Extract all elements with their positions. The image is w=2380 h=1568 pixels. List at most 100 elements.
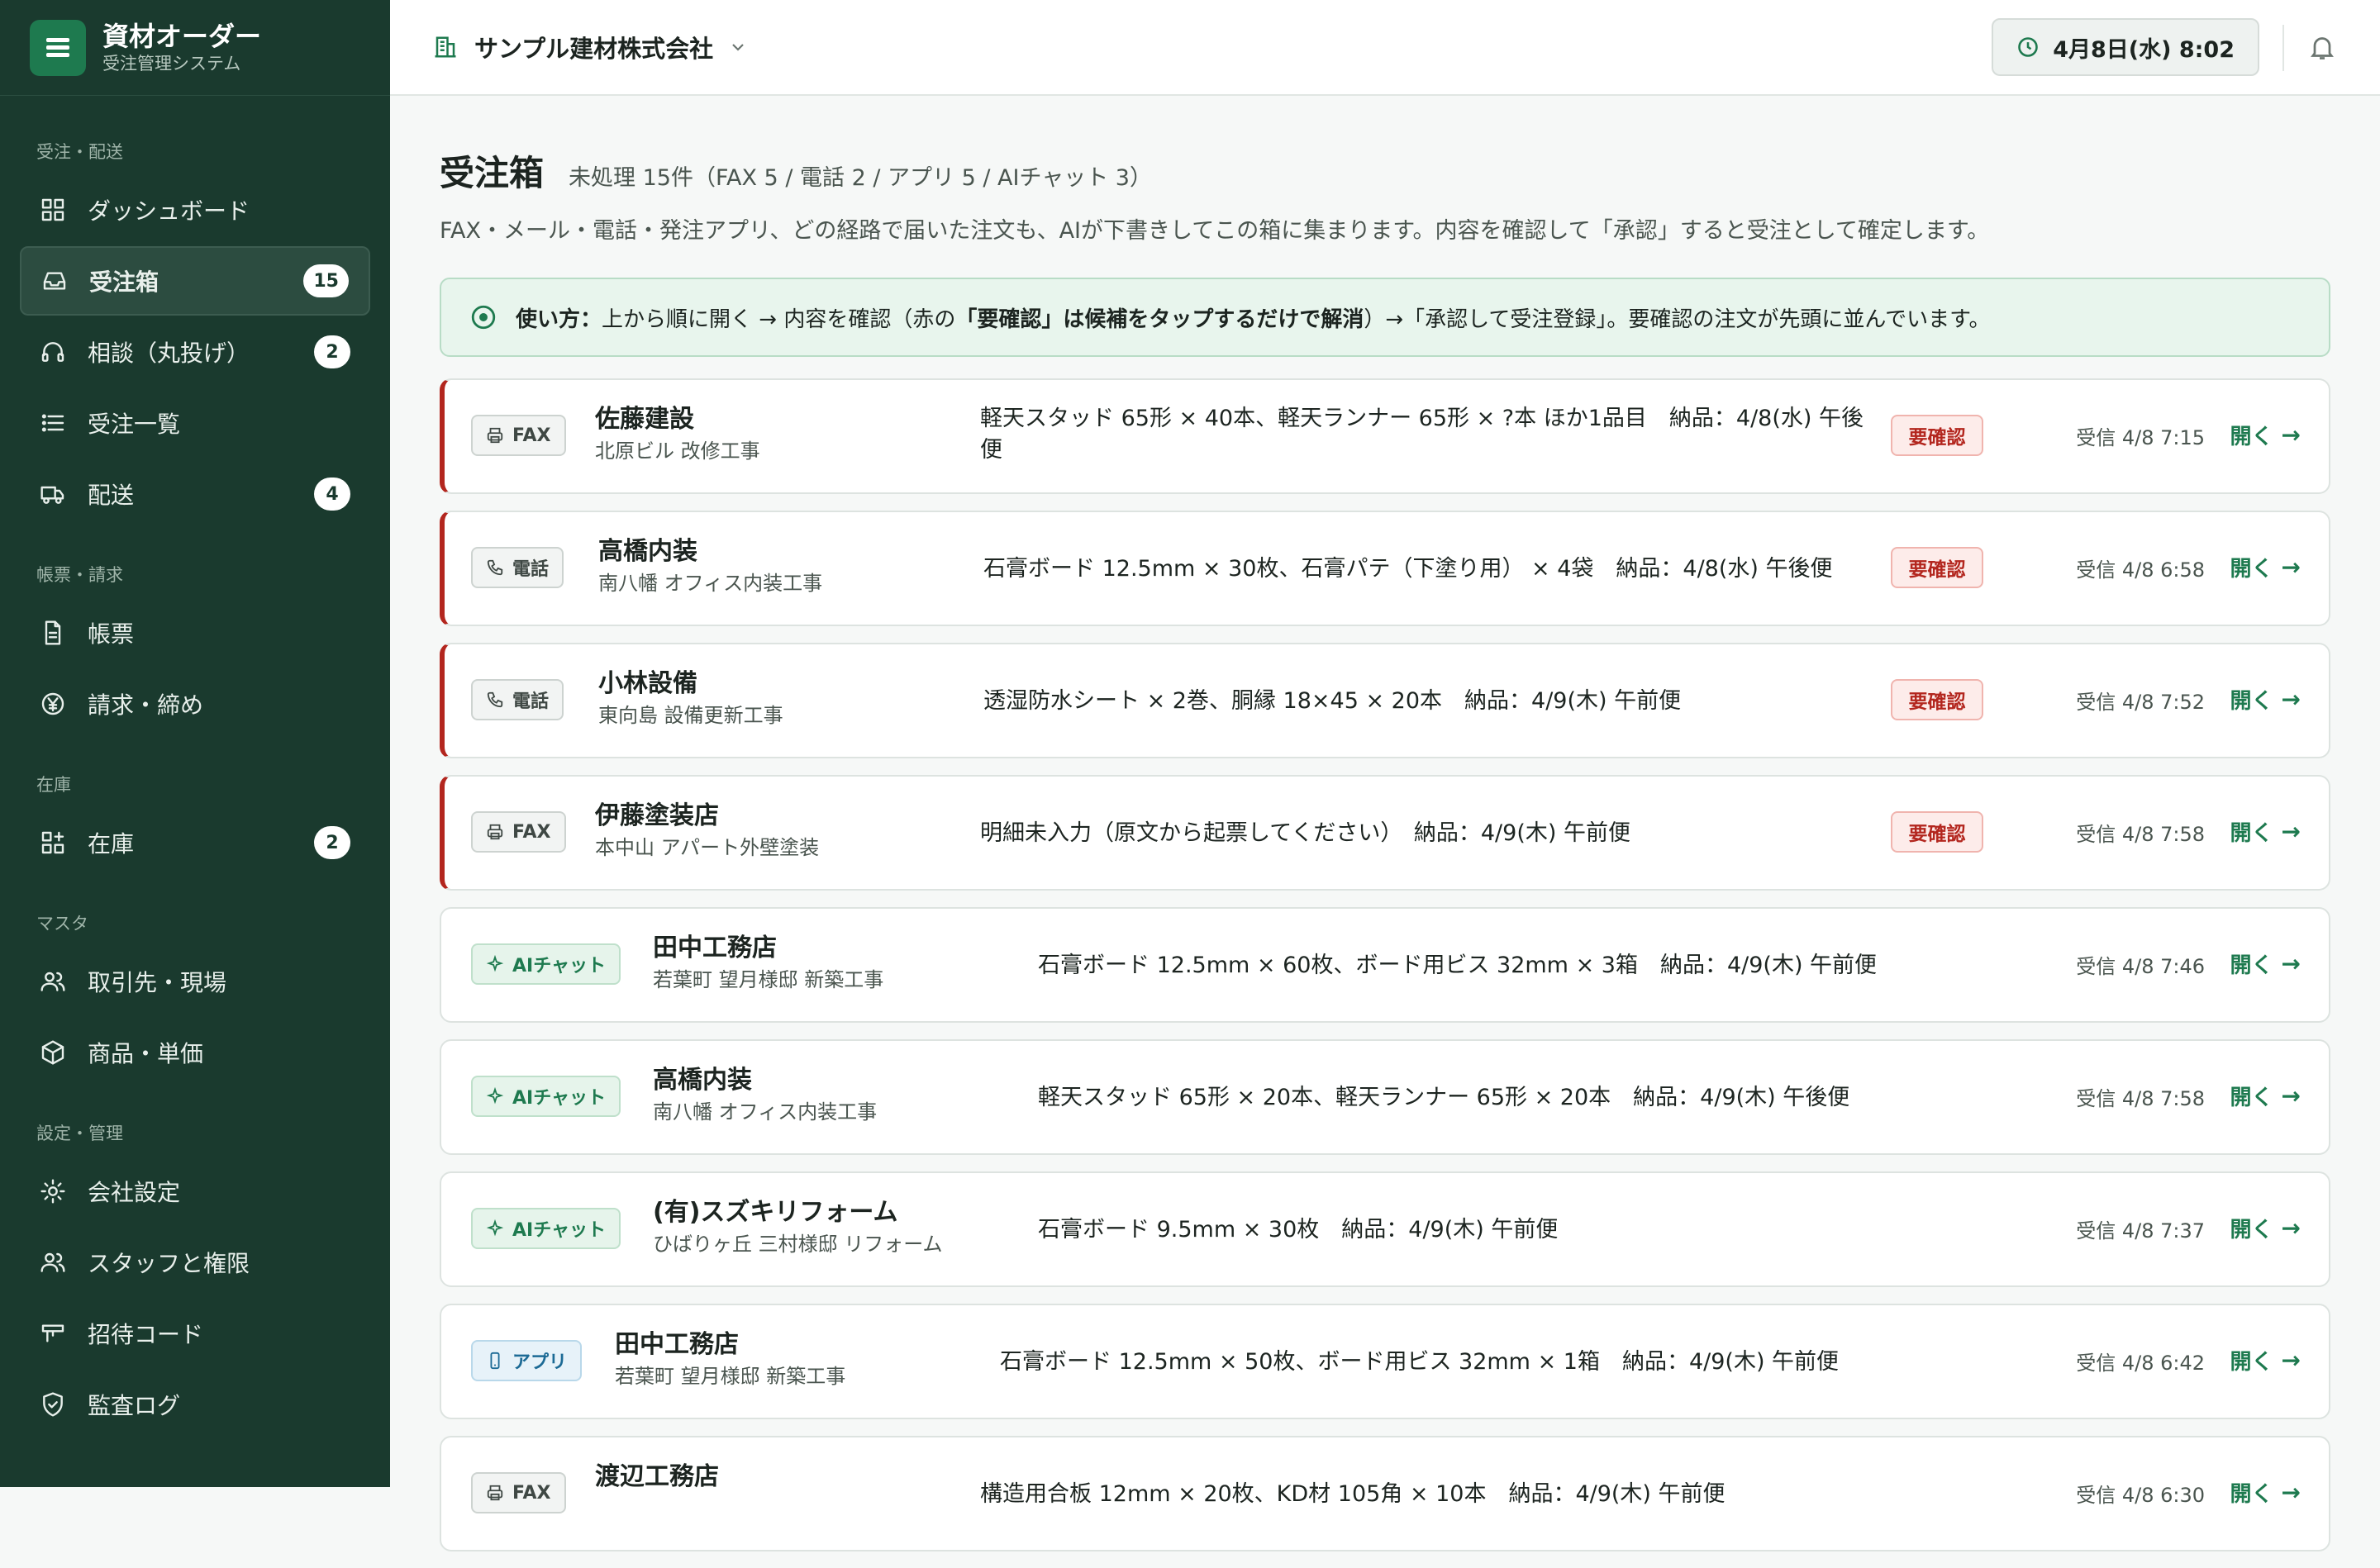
received-time: 受信 4/8 7:46 (2076, 955, 2205, 978)
channel-label: FAX (512, 425, 551, 446)
order-detail: 軽天スタッド 65形 × 40本、軽天ランナー 65形 × ?本 ほか1品目 納… (980, 406, 1864, 463)
channel-label: AIチャット (512, 1088, 606, 1109)
order-row[interactable]: AIチャット 田中工務店 若葉町 望月様邸 新築工事 石膏ボード 12.5mm × 6… (440, 907, 2330, 1023)
site-name: 若葉町 望月様邸 新築工事 (615, 1365, 846, 1388)
sidebar-item[interactable]: 帳票 (20, 598, 370, 668)
arrow-right-icon: → (2281, 421, 2301, 449)
ticket-icon (40, 1320, 66, 1347)
received-time: 受信 4/8 6:58 (2076, 558, 2205, 582)
sidebar-section-label: 在庫 (36, 775, 71, 795)
customer-block: 田中工務店 若葉町 望月様邸 新築工事 (653, 932, 883, 995)
customer-name: 小林設備 (598, 669, 697, 698)
order-row[interactable]: FAX 渡辺工務店 構造用合板 12mm × 20枚、KD材 105角 × 10本 … (440, 1436, 2330, 1551)
list-icon (40, 410, 66, 436)
smartphone-icon (486, 1352, 512, 1370)
count-badge: 2 (314, 826, 350, 859)
sidebar-item[interactable]: スタッフと権限 (20, 1228, 370, 1297)
sidebar-item[interactable]: 相談（丸投げ） 2 (20, 317, 370, 387)
bell-icon[interactable] (2307, 31, 2337, 63)
order-row[interactable]: 電話 高橋内装 南八幡 オフィス内装工事 石膏ボード 12.5mm × 30枚、石膏パ… (440, 511, 2330, 626)
open-button[interactable]: 開く → (2230, 1345, 2301, 1376)
open-button[interactable]: 開く → (2230, 948, 2301, 979)
channel-badge: AIチャット (471, 1208, 621, 1249)
sidebar-item-label: 相談（丸投げ） (88, 340, 250, 367)
howto-label: 使い方： (516, 306, 602, 332)
page-heading: 受注箱 未処理 15件（FAX 5 / 電話 2 / アプリ 5 / AIチャッ… (440, 145, 2330, 196)
open-button[interactable]: 開く → (2230, 552, 2301, 582)
order-list: FAX 佐藤建設 北原ビル 改修工事 軽天スタッド 65形 × 40本、軽天ランナー … (440, 378, 2330, 1551)
sidebar-item[interactable]: 監査ログ (20, 1370, 370, 1439)
open-button[interactable]: 開く → (2230, 684, 2301, 715)
sidebar-item[interactable]: 請求・締め (20, 669, 370, 739)
site-name: ひばりヶ丘 三村様邸 リフォーム (653, 1233, 943, 1256)
phone-icon (486, 558, 512, 577)
order-row[interactable]: AIチャット (有)スズキリフォーム ひばりヶ丘 三村様邸 リフォーム 石膏ボード 9… (440, 1171, 2330, 1287)
sidebar-item-label: スタッフと権限 (88, 1250, 250, 1277)
staff-icon (40, 1249, 66, 1276)
sidebar-item[interactable]: ダッシュボード (20, 175, 370, 245)
sidebar-item[interactable]: 配送 4 (20, 459, 370, 529)
open-button[interactable]: 開く → (2230, 1477, 2301, 1508)
order-row[interactable]: アプリ 田中工務店 若葉町 望月様邸 新築工事 石膏ボード 12.5mm × 50枚、… (440, 1304, 2330, 1419)
sidebar-item-label: 取引先・現場 (88, 969, 227, 996)
sidebar-item[interactable]: 会社設定 (20, 1157, 370, 1226)
sidebar-section-label: 帳票・請求 (36, 565, 123, 585)
channel-badge: FAX (471, 811, 566, 853)
open-button[interactable]: 開く → (2230, 1213, 2301, 1243)
open-label: 開く (2230, 557, 2273, 582)
arrow-right-icon: → (2281, 554, 2301, 581)
fax-icon (486, 1484, 512, 1502)
channel-label: 電話 (512, 559, 550, 580)
open-button[interactable]: 開く → (2230, 1081, 2301, 1111)
customer-name: 渡辺工務店 (595, 1462, 719, 1491)
open-button[interactable]: 開く → (2230, 420, 2301, 450)
order-row[interactable]: AIチャット 高橋内装 南八幡 オフィス内装工事 軽天スタッド 65形 × 20本、軽… (440, 1039, 2330, 1155)
brand[interactable]: 資材オーダー 受注管理システム (0, 0, 390, 96)
dashboard-icon (40, 197, 66, 223)
channel-label: AIチャット (512, 956, 606, 976)
channel-label: FAX (512, 821, 551, 843)
sidebar-item[interactable]: 受注一覧 (20, 388, 370, 458)
datetime-text: 4月8日(水) 8:02 (2053, 36, 2235, 63)
sidebar-item[interactable]: 受注箱 15 (20, 246, 370, 316)
received-time: 受信 4/8 7:15 (2076, 426, 2205, 449)
customer-name: 佐藤建設 (595, 405, 694, 434)
order-row[interactable]: FAX 伊藤塗装店 本中山 アパート外壁塗装 明細未入力（原文から起票してください） … (440, 775, 2330, 891)
sidebar-item-label: 受注箱 (89, 268, 159, 296)
sidebar-item[interactable]: 取引先・現場 (20, 947, 370, 1016)
shield-icon (40, 1391, 66, 1418)
yen-icon (40, 691, 66, 717)
open-label: 開く (2230, 425, 2273, 449)
sidebar-section-label: マスタ (36, 914, 88, 934)
sidebar-item[interactable]: 招待コード (20, 1299, 370, 1368)
brand-title: 資材オーダー (102, 20, 262, 52)
channel-label: 電話 (512, 691, 550, 712)
howto-text-2: ）→「承認して受注登録」。要確認の注文が先頭に並んでいます。 (1364, 306, 1991, 332)
open-label: 開く (2230, 1086, 2273, 1110)
site-name: 南八幡 オフィス内装工事 (598, 572, 823, 595)
clock-icon (2018, 37, 2038, 57)
sidebar-item[interactable]: 在庫 2 (20, 808, 370, 877)
needs-check-badge: 要確認 (1891, 811, 1983, 853)
channel-badge: 電話 (471, 679, 564, 720)
order-detail: 構造用合板 12mm × 20枚、KD材 105角 × 10本 納品：4/9(木… (980, 1481, 1726, 1507)
count-badge: 15 (303, 264, 349, 297)
received-time: 受信 4/8 6:42 (2076, 1352, 2205, 1375)
open-label: 開く (2230, 953, 2273, 978)
order-detail: 石膏ボード 12.5mm × 30枚、石膏パテ（下塗り用） × 4袋 納品：4/… (983, 556, 1833, 582)
company-switcher[interactable]: サンプル建材株式会社 (433, 30, 748, 64)
customer-block: 伊藤塗装店 本中山 アパート外壁塗装 (595, 800, 819, 862)
document-icon (40, 620, 66, 646)
howto-text-1: 上から順に開く → 内容を確認（赤の (602, 306, 956, 332)
howto-banner: 使い方：上から順に開く → 内容を確認（赤の「要確認」は候補をタップするだけで解… (440, 278, 2330, 357)
order-row[interactable]: FAX 佐藤建設 北原ビル 改修工事 軽天スタッド 65形 × 40本、軽天ランナー … (440, 378, 2330, 494)
open-button[interactable]: 開く → (2230, 816, 2301, 847)
menu-icon[interactable] (30, 19, 86, 76)
needs-check-badge: 要確認 (1891, 415, 1983, 456)
order-detail: 明細未入力（原文から起票してください） 納品：4/9(木) 午前便 (980, 820, 1630, 846)
sidebar-item[interactable]: 商品・単価 (20, 1018, 370, 1087)
channel-label: アプリ (512, 1352, 568, 1373)
order-row[interactable]: 電話 小林設備 東向島 設備更新工事 透湿防水シート × 2巻、胴縁 18×45 × … (440, 643, 2330, 758)
sidebar-section-label: 受注・配送 (36, 142, 123, 162)
received-time: 受信 4/8 7:52 (2076, 691, 2205, 714)
